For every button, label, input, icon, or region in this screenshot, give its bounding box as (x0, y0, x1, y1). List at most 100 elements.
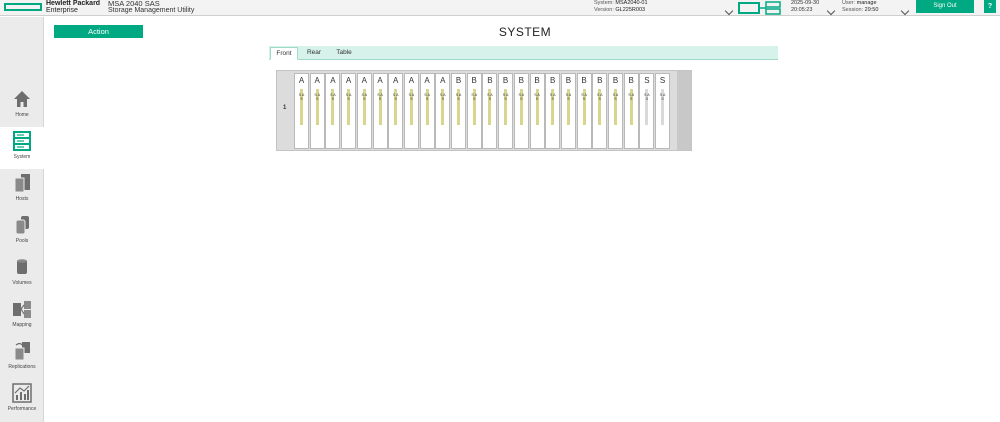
sidebar-item-replications[interactable]: Replications (0, 337, 44, 379)
drive-slot[interactable]: B S A S (608, 73, 623, 149)
sidebar-item-mapping[interactable]: Mapping (0, 295, 44, 337)
sidebar-item-pools[interactable]: Pools (0, 211, 44, 253)
drive-group-label: B (502, 76, 509, 85)
top-header: Hewlett Packard Enterprise MSA 2040 SAS … (0, 0, 1000, 16)
drive-slot[interactable]: S S A S (655, 73, 671, 149)
drive-slot[interactable]: A S A S (325, 73, 341, 149)
drive-slot[interactable]: A S A S (419, 73, 435, 149)
enclosure-number: 1 (283, 105, 287, 111)
sidebar-item-volumes[interactable]: Volumes (0, 253, 44, 295)
drive-slot[interactable]: A S A S (388, 73, 404, 149)
home-icon (14, 91, 30, 107)
drive-group-label: B (628, 76, 634, 85)
date-time[interactable]: 2025-09-30 20:05:23 (791, 0, 819, 14)
drive-type-label: S A S (298, 93, 305, 101)
enclosure-ear (677, 71, 691, 150)
drive-group-label: B (565, 76, 572, 85)
drive-type-label: S A S (471, 93, 477, 101)
drive-type-label: S A S (424, 93, 430, 101)
product-name: MSA 2040 SAS Storage Management Utility (108, 0, 194, 14)
product-subtitle: Storage Management Utility (108, 7, 195, 14)
drive-slot[interactable]: B S A S (451, 73, 466, 149)
drive-group-label: B (518, 76, 524, 85)
drive-slot[interactable]: B S A S (513, 73, 529, 149)
drive-slot[interactable]: B S A S (529, 73, 545, 149)
tab-front[interactable]: Front (270, 47, 298, 60)
drive-type-label: S A S (455, 93, 462, 101)
drive-type-label: S A S (534, 93, 540, 101)
drive-slot[interactable]: B S A S (545, 73, 561, 149)
drive-type-label: S A S (612, 93, 619, 101)
drive-group-label: A (440, 76, 446, 85)
drive-slot[interactable]: A S A S (294, 73, 309, 149)
drive-group-label: B (534, 76, 540, 85)
sidebar-item-label: Replications (8, 364, 36, 370)
drive-type-label: S A S (345, 93, 352, 101)
drive-type-label: S A S (408, 93, 415, 101)
drive-group-label: A (361, 76, 367, 85)
drive-slot[interactable]: S S A S (639, 73, 655, 149)
system-status-icon[interactable] (738, 1, 782, 15)
drive-type-label: S A S (659, 93, 666, 101)
user-info[interactable]: User: manage Session: 29:50 (842, 0, 878, 14)
drive-slot[interactable]: B S A S (560, 73, 576, 149)
user-chevron-down-icon[interactable] (900, 6, 910, 16)
help-button[interactable]: ? (984, 0, 996, 13)
version-label: Version: (594, 7, 614, 13)
sidebar-item-label: Home (15, 112, 29, 118)
hpe-logo (4, 3, 42, 11)
enclosure-front-view: 1 AS A SAS A SAS A SAS A SAS A SAS A SAS… (276, 70, 692, 151)
drive-slot[interactable]: A S A S (372, 73, 388, 149)
product-model: MSA 2040 SAS (108, 0, 160, 8)
drive-type-label: S A S (377, 93, 383, 101)
sign-out-button[interactable]: Sign Out (916, 0, 974, 13)
drive-type-label: S A S (487, 93, 493, 101)
drive-slot[interactable]: A S A S (341, 73, 357, 149)
drive-group-label: S (659, 76, 666, 85)
tab-table[interactable]: Table (331, 47, 357, 60)
drive-group-label: A (393, 76, 399, 85)
drive-group-label: B (597, 76, 603, 85)
drive-slot[interactable]: B S A S (576, 73, 592, 149)
sidebar-item-label: Mapping (12, 322, 32, 328)
drive-slot[interactable]: A S A S (309, 73, 325, 149)
sidebar-item-hosts[interactable]: Hosts (0, 169, 44, 211)
drive-group-label: B (550, 76, 556, 85)
drive-slot[interactable]: B S A S (482, 73, 498, 149)
page-title: SYSTEM (498, 25, 552, 39)
sidebar-item-label: Hosts (15, 196, 29, 202)
drive-type-label: S A S (518, 93, 525, 101)
user-label: User: (842, 0, 856, 6)
drive-group-label: A (408, 76, 415, 85)
drive-group-label: B (487, 76, 493, 85)
drive-type-label: S A S (628, 93, 634, 101)
drive-slot[interactable]: B S A S (498, 73, 514, 149)
drive-group-label: A (424, 76, 430, 85)
drive-slot[interactable]: A S A S (435, 73, 451, 149)
drive-slot[interactable]: A S A S (403, 73, 419, 149)
sidebar-item-system[interactable]: System (0, 127, 44, 169)
sidebar-item-label: Volumes (12, 280, 32, 286)
performance-icon (12, 383, 32, 403)
tab-rear[interactable]: Rear (302, 47, 326, 60)
mapping-icon (13, 301, 31, 318)
sidebar: Home System Hosts Pools Volumes Mapping … (0, 17, 44, 422)
drive-slot[interactable]: B S A S (592, 73, 608, 149)
system-info[interactable]: System: MSA2040-01 Version: GL225R003 (594, 0, 648, 14)
version-value: GL225R003 (615, 7, 646, 13)
sidebar-item-label: Pools (15, 238, 29, 244)
datetime-chevron-down-icon[interactable] (826, 6, 836, 16)
sidebar-item-home[interactable]: Home (0, 85, 44, 127)
drive-slot[interactable]: B S A S (466, 73, 482, 149)
sidebar-item-label: Performance (7, 406, 37, 412)
drive-group-label: B (581, 76, 587, 85)
sidebar-item-performance[interactable]: Performance (0, 379, 44, 421)
user-value: manage (856, 0, 877, 6)
drive-slot[interactable]: A S A S (356, 73, 372, 149)
drive-slot[interactable]: B S A S (623, 73, 639, 149)
drive-type-label: S A S (314, 93, 320, 101)
action-button[interactable]: Action (54, 25, 143, 38)
drive-group-label: A (330, 76, 336, 85)
system-chevron-down-icon[interactable] (724, 6, 734, 16)
brand-name: Hewlett Packard Enterprise (46, 0, 100, 14)
